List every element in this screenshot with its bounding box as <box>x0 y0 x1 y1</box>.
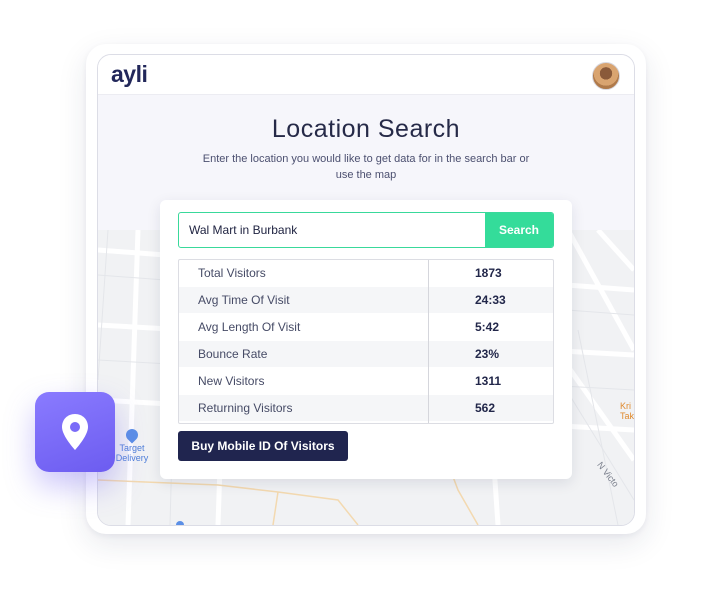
table-row: Total Visitors 1873 <box>179 260 553 286</box>
stat-value: 1873 <box>475 266 502 280</box>
stat-label: Total Visitors <box>198 266 266 280</box>
poi-kri-line1: Kri <box>620 401 631 411</box>
avatar[interactable] <box>592 62 620 90</box>
poi-target[interactable]: Target Delivery <box>115 426 149 463</box>
table-row: Avg Length Of Visit 5:42 <box>179 314 553 340</box>
stats-table: Total Visitors 1873 Avg Time Of Visit 24… <box>178 259 554 424</box>
map-marker-edge <box>176 521 184 525</box>
poi-target-name: Target <box>119 443 145 453</box>
search-input[interactable] <box>179 213 485 247</box>
stat-label: Avg Length Of Visit <box>198 320 301 334</box>
map-pin-icon <box>123 426 141 444</box>
search-button[interactable]: Search <box>485 213 553 247</box>
app-screen: ayli N Victo Location Search Enter the l… <box>97 54 635 526</box>
stat-value: 562 <box>475 401 496 415</box>
stat-label: Returning Visitors <box>198 401 293 415</box>
stat-label: New Visitors <box>198 374 265 388</box>
top-bar: ayli <box>98 55 634 95</box>
stat-value: 24:33 <box>475 293 506 307</box>
stat-value: 5:42 <box>475 320 500 334</box>
table-row: New Visitors 1311 <box>179 368 553 394</box>
stat-label: Avg Time Of Visit <box>198 293 290 307</box>
column-divider <box>428 260 429 423</box>
location-pin-icon <box>62 414 88 450</box>
search-card: Search Total Visitors 1873 Avg Time Of V… <box>160 200 572 479</box>
poi-kri[interactable]: Kri Take <box>620 401 635 421</box>
search-box: Search <box>178 212 554 248</box>
stat-value: 1311 <box>475 374 502 388</box>
page-title: Location Search <box>271 115 461 143</box>
poi-target-sub: Delivery <box>115 453 149 463</box>
poi-kri-line2: Take <box>620 411 635 421</box>
page-subtitle: Enter the location you would like to get… <box>202 153 530 181</box>
table-row: Returning Visitors 562 <box>179 395 553 421</box>
buy-mobile-id-button[interactable]: Buy Mobile ID Of Visitors <box>178 431 348 461</box>
table-row: Bounce Rate 23% <box>179 341 553 367</box>
stat-value: 23% <box>475 347 500 361</box>
table-row: Avg Time Of Visit 24:33 <box>179 287 553 313</box>
location-badge <box>35 392 115 472</box>
stat-label: Bounce Rate <box>198 347 268 361</box>
app-logo[interactable]: ayli <box>111 61 148 88</box>
